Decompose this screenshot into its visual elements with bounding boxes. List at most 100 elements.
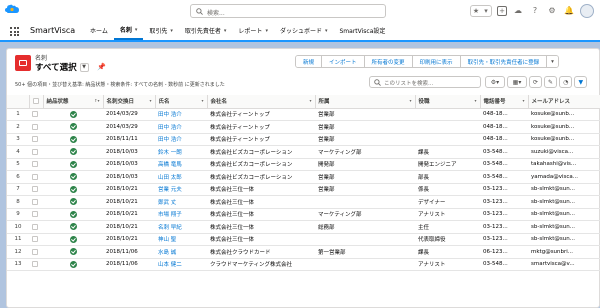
row-select-checkbox[interactable] [32,223,38,230]
list-action-button[interactable]: 取引先・取引先責任者に登録 [460,56,548,67]
contact-name-link[interactable]: 田中 浩介 [155,108,207,121]
table-row[interactable]: 6 2018/10/03 山田 太郎 株式会社ビズカコーポレーション 営業部 部長 03-5… [7,170,600,184]
table-row[interactable]: 5 2018/10/03 高橋 竜馬 株式会社ビズカコーポレーション 開発部 開発エンジニ… [7,158,600,171]
row-checkbox[interactable] [29,158,43,171]
contact-name-link[interactable]: 高橋 竜馬 [155,158,207,171]
more-actions-chevron-icon[interactable]: ▾ [547,56,558,67]
global-actions-icon[interactable]: + [497,5,507,16]
list-action-button[interactable]: インポート [322,56,365,67]
row-checkbox[interactable] [29,195,43,209]
row-select-checkbox[interactable] [32,261,38,267]
row-checkbox[interactable] [29,108,43,121]
filter-icon[interactable]: ▼ [574,76,588,88]
row-select-checkbox[interactable] [32,111,38,117]
global-search-input[interactable]: 検索... [190,4,386,18]
column-header[interactable]: 会社名 ▾ [207,95,316,109]
display-as-table-icon[interactable]: ▦▾ [507,76,527,88]
nav-item[interactable]: SmartVisca設定 [333,21,391,40]
list-settings-gear-icon[interactable]: ⚙▾ [485,76,505,88]
row-checkbox[interactable] [29,258,43,271]
column-header[interactable]: 名刺交換日 ▾ [103,95,156,109]
table-row[interactable]: 3 2018/11/11 田中 浩介 株式会社ティーントップ 営業部 048-18... k… [7,133,600,146]
contact-name-link[interactable]: 市場 翔子 [155,208,207,221]
nav-item[interactable]: ホーム [84,21,114,40]
row-select-checkbox[interactable] [32,211,38,217]
nav-item[interactable]: ダッシュボード ▾ [274,21,334,40]
column-header[interactable]: 電話番号 ▾ [480,95,529,109]
chevron-down-icon[interactable]: ▾ [409,98,411,103]
row-select-checkbox[interactable] [32,136,38,142]
chevron-down-icon[interactable]: ▾ [265,28,268,34]
chevron-down-icon[interactable]: ▾ [474,98,476,103]
list-action-button[interactable]: 所有者の変更 [364,56,413,67]
help-icon[interactable]: ? [529,5,541,17]
contact-name-link[interactable]: 神山 聖 [155,233,207,246]
charts-icon[interactable]: ◔ [559,76,573,88]
chevron-down-icon[interactable]: ▾ [149,98,151,103]
list-action-button[interactable]: 印刷用に表示 [412,56,461,67]
chevron-down-icon[interactable]: ▾ [224,28,227,34]
contact-name-link[interactable]: 山田 太郎 [155,170,207,184]
chevron-down-icon[interactable]: ▾ [309,98,311,103]
row-checkbox[interactable] [29,233,43,246]
table-row[interactable]: 11 2018/10/21 神山 聖株式会社三位一体 代表取締役 03-123... sb… [7,233,600,246]
row-select-checkbox[interactable] [32,148,38,155]
contact-name-link[interactable]: 営業 元夫 [155,183,207,196]
contact-name-link[interactable]: 田中 浩介 [155,120,207,134]
star-icon[interactable]: ★ [471,6,481,16]
table-row[interactable]: 2 2014/03/29 田中 浩介 株式会社ティーントップ 営業部 048-18... k… [7,120,600,134]
row-select-checkbox[interactable] [32,161,38,167]
chevron-down-icon[interactable]: ▾ [135,27,138,33]
nav-item[interactable]: 名刺 ▾ [113,21,144,40]
row-checkbox[interactable] [29,208,43,221]
contact-name-link[interactable]: 鈴木 一朗 [155,145,207,159]
row-select-checkbox[interactable] [32,173,38,180]
row-checkbox[interactable] [29,170,43,184]
row-checkbox[interactable] [29,133,43,146]
contact-name-link[interactable]: 名刺 早紀 [155,220,207,234]
select-all-checkbox[interactable] [32,98,39,104]
table-row[interactable]: 9 2018/10/21 市場 翔子 株式会社三位一体 マーケティング部 アナリスト 03-… [7,208,600,221]
row-checkbox[interactable] [29,220,43,234]
chevron-down-icon[interactable]: ▾ [481,6,491,16]
refresh-icon[interactable]: ⟳ [529,76,543,88]
table-row[interactable]: 12 2018/11/06 水島 誠株式会社クラウドカード 第一営業部 課長 06-123… [7,245,600,259]
row-checkbox[interactable] [29,245,43,259]
favorites-group[interactable]: ★ ▾ [470,4,492,17]
row-select-checkbox[interactable] [32,123,38,130]
contact-name-link[interactable]: 鄭武 丈 [155,195,207,209]
row-checkbox[interactable] [29,120,43,134]
pin-icon[interactable]: 📌 [97,63,106,71]
column-header[interactable]: 役職 ▾ [415,95,481,109]
table-row[interactable]: 4 2018/10/03 鈴木 一朗 株式会社ビズカコーポレーション マーケティング部課… [7,145,600,159]
row-select-checkbox[interactable] [32,236,38,242]
column-header[interactable]: 所属 ▾ [315,95,416,109]
row-select-checkbox[interactable] [32,198,38,205]
row-checkbox[interactable] [29,183,43,196]
column-header[interactable]: 納品状態 ↑▾ [43,95,104,109]
nav-item[interactable]: 取引先 ▾ [143,21,179,40]
salesforce-logo-icon[interactable] [5,4,19,15]
app-launcher-icon[interactable] [10,27,19,36]
nav-item[interactable]: 取引先責任者 ▾ [179,21,233,40]
chevron-down-icon[interactable]: ▾ [170,28,173,34]
chevron-down-icon[interactable]: ▾ [325,28,328,34]
contact-name-link[interactable]: 山本 健二 [155,258,207,271]
edit-pencil-icon[interactable]: ✎ [544,76,558,88]
table-row[interactable]: 13 2018/11/06 山本 健二 クラウドマーケティング株式会社 アナリスト 03-… [7,258,600,271]
table-row[interactable]: 10 2018/10/21 名刺 早紀 株式会社三位一体 総務部 主任 03-123... s… [7,220,600,234]
chevron-down-icon[interactable]: ▼ [79,62,89,72]
user-avatar[interactable] [580,3,594,18]
nav-item[interactable]: レポート ▾ [232,21,274,40]
gear-icon[interactable]: ⚙ [546,5,558,17]
list-action-button[interactable]: 新規 [296,56,323,67]
setup-assistant-icon[interactable]: ☁ [512,5,524,17]
chevron-down-icon[interactable]: ▾ [522,98,524,103]
table-row[interactable]: 1 2014/03/29 田中 浩介 株式会社ティーントップ 営業部 048-18... k… [7,108,600,121]
notifications-bell-icon[interactable]: 🔔 [563,5,575,17]
row-checkbox[interactable] [29,145,43,159]
column-header[interactable]: 氏名 ▾ [155,95,208,109]
table-row[interactable]: 7 2018/10/21 営業 元夫 株式会社三位一体 営業部 係長 03-123... sb… [7,183,600,196]
contact-name-link[interactable]: 田中 浩介 [155,133,207,146]
row-select-checkbox[interactable] [32,248,38,255]
